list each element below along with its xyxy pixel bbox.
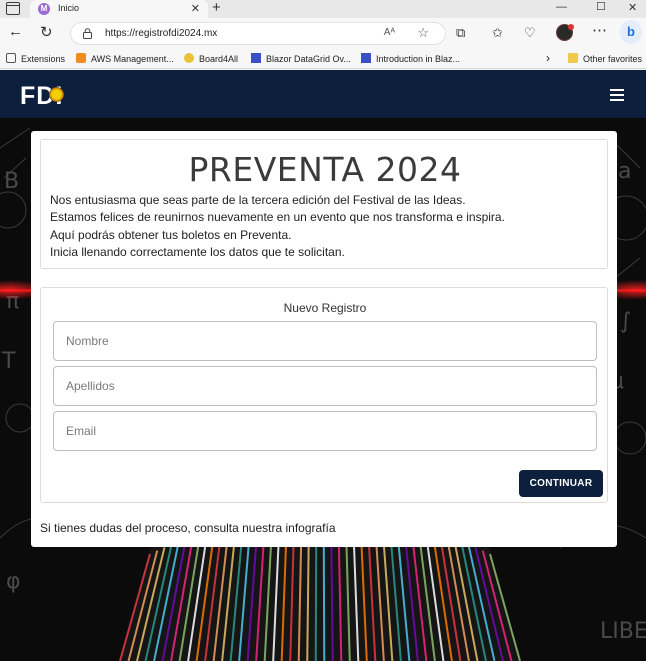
- last-name-input[interactable]: [53, 366, 597, 406]
- maximize-icon[interactable]: ☐: [596, 0, 606, 13]
- fdi-logo[interactable]: FDI: [20, 82, 64, 110]
- svg-text:B: B: [4, 169, 19, 194]
- bookmarks-overflow-chevron-icon[interactable]: ›: [546, 51, 550, 65]
- bookmark-label: Board4All: [199, 54, 239, 64]
- syncfusion-icon: [361, 53, 371, 63]
- favorite-star-icon[interactable]: ☆: [417, 25, 429, 41]
- bookmark-label: Other favorites: [583, 54, 643, 64]
- svg-text:∫: ∫: [620, 309, 631, 334]
- more-options-icon[interactable]: ⋯: [592, 21, 607, 39]
- web-page: BπT a ∫ μ LIBE φ FDI PREVENTA 2024 Nos entu…: [0, 70, 646, 661]
- bookmark-blazor-datagrid[interactable]: Blazor DataGrid Ov...: [251, 53, 351, 64]
- bookmark-label: AWS Management...: [91, 54, 174, 64]
- bookmark-label: Blazor DataGrid Ov...: [266, 54, 351, 64]
- logo-emblem-icon: [49, 87, 64, 102]
- intro-line: Inicia llenando correctamente los datos …: [50, 245, 345, 259]
- lock-icon[interactable]: [83, 28, 92, 39]
- aws-icon: [76, 53, 86, 63]
- intro-line: Aquí podrás obtener tus boletos en Preve…: [50, 228, 292, 242]
- tab-actions-icon[interactable]: [6, 2, 20, 15]
- infographic-help-text[interactable]: Si tienes dudas del proceso, consulta nu…: [40, 521, 336, 535]
- bookmark-board4all[interactable]: Board4All: [184, 53, 238, 64]
- syncfusion-icon: [251, 53, 261, 63]
- bookmark-label: Extensions: [21, 54, 66, 64]
- form-title: Nuevo Registro: [283, 301, 367, 315]
- favorites-icon[interactable]: ✩: [492, 25, 503, 41]
- puzzle-icon: [6, 53, 16, 63]
- profile-avatar[interactable]: [556, 24, 574, 41]
- url-text: https://registrofdi2024.mx: [105, 28, 218, 39]
- bookmark-extensions[interactable]: Extensions: [6, 53, 65, 64]
- svg-text:LIBE: LIBE: [600, 619, 646, 644]
- svg-text:a: a: [618, 159, 631, 184]
- site-navbar: FDI: [0, 70, 646, 118]
- svg-text:φ: φ: [6, 569, 21, 594]
- tab-close-icon[interactable]: ✕: [191, 2, 200, 15]
- tab-bar: M Inicio ✕ + — ☐ ✕: [0, 0, 646, 18]
- site-favicon-icon: M: [38, 3, 50, 15]
- page-title: PREVENTA 2024: [188, 150, 462, 189]
- registration-form: Nuevo Registro CONTINUAR: [40, 287, 608, 503]
- extensions-icon[interactable]: ⧉: [456, 25, 465, 41]
- new-tab-icon[interactable]: +: [212, 0, 221, 16]
- window-close-icon[interactable]: ✕: [628, 1, 637, 14]
- tab-title: Inicio: [58, 3, 80, 13]
- intro-line: Estamos felices de reunirnos nuevamente …: [50, 210, 505, 224]
- reload-icon[interactable]: ↻: [40, 23, 53, 41]
- email-input[interactable]: [53, 411, 597, 451]
- bing-copilot-icon[interactable]: b: [620, 20, 642, 44]
- first-name-input[interactable]: [53, 321, 597, 361]
- browser-essentials-icon[interactable]: ♡: [524, 25, 536, 41]
- address-toolbar: ← ↻ https://registrofdi2024.mx Aᴬ ☆ ⧉ ✩ …: [0, 18, 646, 49]
- bookmark-other-favorites[interactable]: Other favorites: [568, 53, 642, 64]
- folder-icon: [568, 53, 578, 63]
- svg-text:T: T: [1, 349, 16, 374]
- continue-button[interactable]: CONTINUAR: [519, 470, 603, 497]
- board4all-icon: [184, 53, 194, 63]
- minimize-icon[interactable]: —: [556, 1, 567, 13]
- back-icon[interactable]: ←: [8, 23, 23, 40]
- registration-card: PREVENTA 2024 Nos entusiasma que seas pa…: [31, 131, 617, 547]
- intro-line: Nos entusiasma que seas parte de la terc…: [50, 193, 466, 207]
- bookmark-label: Introduction in Blaz...: [376, 54, 461, 64]
- intro-panel: PREVENTA 2024 Nos entusiasma que seas pa…: [40, 139, 608, 269]
- bookmarks-bar: Extensions AWS Management... Board4All B…: [0, 49, 646, 69]
- hamburger-menu-icon[interactable]: [610, 89, 624, 101]
- tab-active[interactable]: M Inicio ✕: [30, 0, 208, 18]
- bookmark-aws[interactable]: AWS Management...: [76, 53, 174, 64]
- read-aloud-icon[interactable]: Aᴬ: [384, 27, 395, 38]
- address-bar[interactable]: https://registrofdi2024.mx Aᴬ ☆: [70, 22, 446, 45]
- bookmark-intro-blazor[interactable]: Introduction in Blaz...: [361, 53, 460, 64]
